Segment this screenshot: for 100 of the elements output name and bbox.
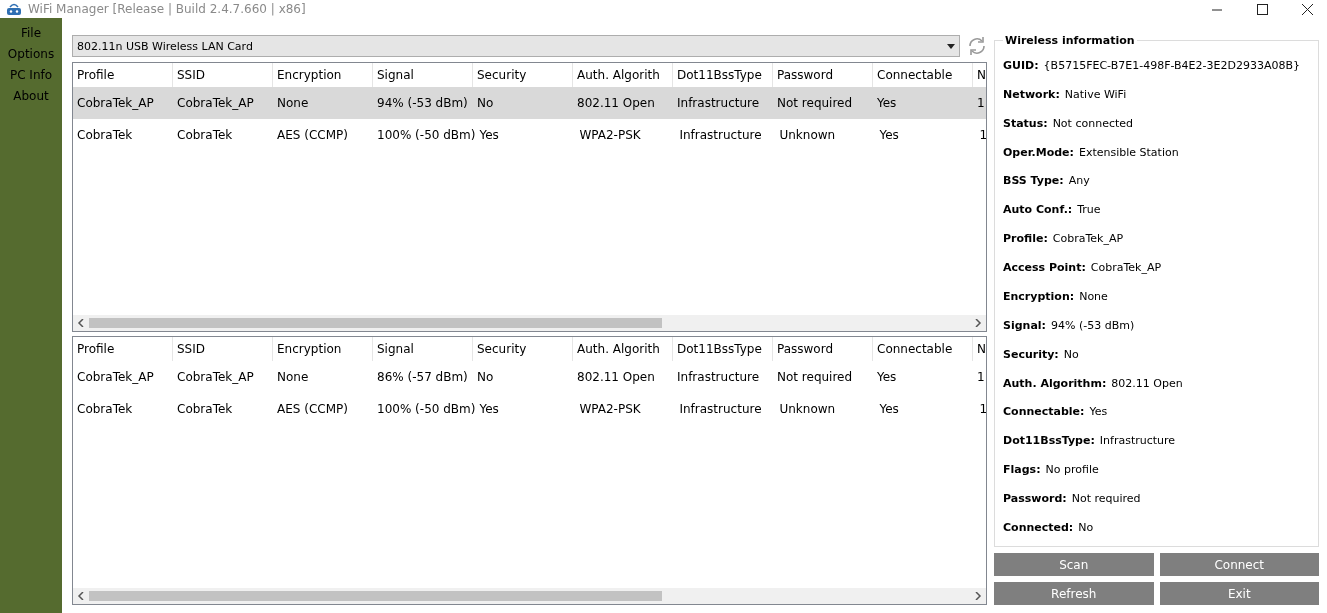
table-cell-text: CobraTek	[76, 400, 134, 418]
table-cell-text: Yes	[876, 368, 898, 386]
column-header[interactable]: Auth. Algorith	[573, 336, 673, 361]
column-header[interactable]: Encryption	[273, 336, 373, 361]
window-title: WiFi Manager [Release | Build 2.4.7.660 | x86]	[28, 2, 306, 16]
info-label: GUID:	[1003, 58, 1039, 72]
horizontal-scrollbar[interactable]	[73, 314, 986, 331]
table-cell-text: AES (CCMP)	[276, 400, 349, 418]
table-cell-text: 1	[976, 368, 986, 386]
info-label: Profile:	[1003, 232, 1048, 246]
column-header[interactable]: SSID	[173, 336, 273, 361]
info-value: True	[1077, 203, 1101, 217]
info-value: {B5715FEC-B7E1-498F-B4E2-3E2D2933A08B}	[1043, 58, 1300, 72]
info-value: Native WiFi	[1064, 87, 1127, 101]
table-cell-text: CobraTek_AP	[76, 368, 155, 386]
horizontal-scrollbar[interactable]	[73, 588, 986, 604]
scroll-left-icon[interactable]	[77, 318, 85, 327]
table-cell-text: Infrastructure	[678, 127, 763, 144]
info-value: CobraTek_AP	[1052, 232, 1124, 246]
info-label: Connected:	[1003, 520, 1074, 534]
column-header[interactable]: Security	[473, 336, 573, 361]
info-label: Signal:	[1003, 318, 1046, 332]
info-label: Status:	[1003, 116, 1048, 130]
table-cell-text: 1	[978, 400, 986, 418]
table-cell-text: CobraTek	[176, 127, 234, 144]
table-cell-text: Yes	[478, 127, 500, 144]
column-header[interactable]: Connectable	[873, 336, 973, 361]
info-value: Any	[1068, 174, 1090, 188]
column-header[interactable]: N	[973, 336, 986, 361]
column-header[interactable]: Profile	[73, 336, 173, 361]
info-label: Connectable:	[1003, 405, 1085, 419]
info-value: Yes	[1089, 405, 1108, 419]
table-row[interactable]: CobraTek CobraTek AES (CCMP) 100% (-50 dBm) Yes WPA2-PSK Infrastructure Unknown Yes 1	[73, 119, 986, 151]
menu-item[interactable]: File	[20, 24, 42, 42]
table-cell-text: Not required	[776, 95, 854, 112]
menu-item[interactable]: PC Info	[9, 66, 53, 84]
table-cell-text: AES (CCMP)	[276, 127, 349, 144]
refresh-icon[interactable]	[966, 35, 988, 57]
action-button[interactable]: Exit	[1159, 582, 1319, 605]
info-label: Flags:	[1003, 463, 1041, 477]
table-cell-text: CobraTek_AP	[176, 368, 255, 386]
scrollbar-thumb[interactable]	[89, 317, 662, 328]
close-icon[interactable]	[1302, 3, 1313, 15]
scroll-left-icon[interactable]	[77, 592, 85, 600]
info-label: Password:	[1003, 492, 1067, 506]
menu-item[interactable]: About	[13, 87, 49, 105]
info-label: BSS Type:	[1003, 174, 1064, 188]
adapter-dropdown[interactable]: 802.11n USB Wireless LAN Card	[72, 35, 960, 57]
column-header[interactable]: Password	[773, 336, 873, 361]
info-label: Security:	[1003, 347, 1059, 361]
info-value: No	[1078, 520, 1094, 534]
table-cell-text: None	[276, 95, 310, 112]
action-button[interactable]: Refresh	[994, 582, 1154, 605]
table-cell-text: Infrastructure	[676, 368, 761, 386]
info-value: Not required	[1071, 492, 1141, 506]
info-label: Auth. Algorithm:	[1003, 376, 1107, 390]
info-label: Network:	[1003, 87, 1060, 101]
maximize-icon[interactable]	[1257, 3, 1268, 15]
table-cell-text: None	[276, 368, 310, 386]
info-label: Access Point:	[1003, 261, 1086, 275]
table-cell-text: WPA2-PSK	[578, 400, 642, 418]
table-cell-text: 1	[976, 95, 986, 112]
table-row[interactable]: CobraTek CobraTek AES (CCMP) 100% (-50 dBm) Yes WPA2-PSK Infrastructure Unknown Yes 1	[73, 392, 986, 425]
table-row[interactable]: CobraTek_AP CobraTek_AP None 94% (-53 dBm) No 802.11 Open Infrastructure Not required Yes 1	[73, 87, 986, 119]
scroll-right-icon[interactable]	[974, 592, 982, 600]
dropdown-arrow-icon	[947, 43, 955, 49]
table-row[interactable]: CobraTek_AP CobraTek_AP None 86% (-57 dBm) No 802.11 Open Infrastructure Not required Yes 1	[73, 360, 986, 393]
table-cell-text: 100% (-50 dBm)	[376, 400, 476, 418]
info-value: No	[1063, 347, 1079, 361]
info-label: Auto Conf.:	[1003, 203, 1073, 217]
column-header[interactable]: Dot11BssType	[673, 336, 773, 361]
table-cell-text: CobraTek	[76, 127, 134, 144]
info-label: Encryption:	[1003, 289, 1075, 303]
table-cell-text: Infrastructure	[676, 95, 761, 112]
table-cell-text: Not required	[776, 368, 854, 386]
table-cell-text: 1	[978, 127, 986, 144]
table-cell-text: 802.11 Open	[576, 95, 656, 112]
table-cell-text: No	[476, 95, 495, 112]
info-value: No profile	[1045, 463, 1099, 477]
action-button[interactable]: Connect	[1159, 553, 1319, 576]
column-header[interactable]: N	[973, 63, 986, 87]
menu-item[interactable]: Options	[7, 45, 55, 63]
app-icon	[6, 2, 22, 16]
info-value: Not connected	[1052, 116, 1133, 130]
scrollbar-thumb[interactable]	[89, 591, 662, 601]
info-value: Infrastructure	[1099, 434, 1176, 448]
info-value: 94% (-53 dBm)	[1051, 318, 1135, 332]
table-cell-text: Unknown	[778, 127, 837, 144]
table-cell-text: Yes	[876, 95, 898, 112]
action-button[interactable]: Scan	[994, 553, 1154, 576]
table-cell-text: Unknown	[778, 400, 837, 418]
table-cell-text: Yes	[878, 127, 900, 144]
table-cell-text: No	[476, 368, 495, 386]
scroll-right-icon[interactable]	[974, 318, 982, 327]
table-cell-text: CobraTek_AP	[176, 95, 255, 112]
table-cell-text: Yes	[878, 400, 900, 418]
table-cell-text: 802.11 Open	[576, 368, 656, 386]
info-value: 802.11 Open	[1111, 376, 1183, 390]
info-label: Dot11BssType:	[1003, 434, 1095, 448]
column-header[interactable]: Signal	[373, 336, 473, 361]
